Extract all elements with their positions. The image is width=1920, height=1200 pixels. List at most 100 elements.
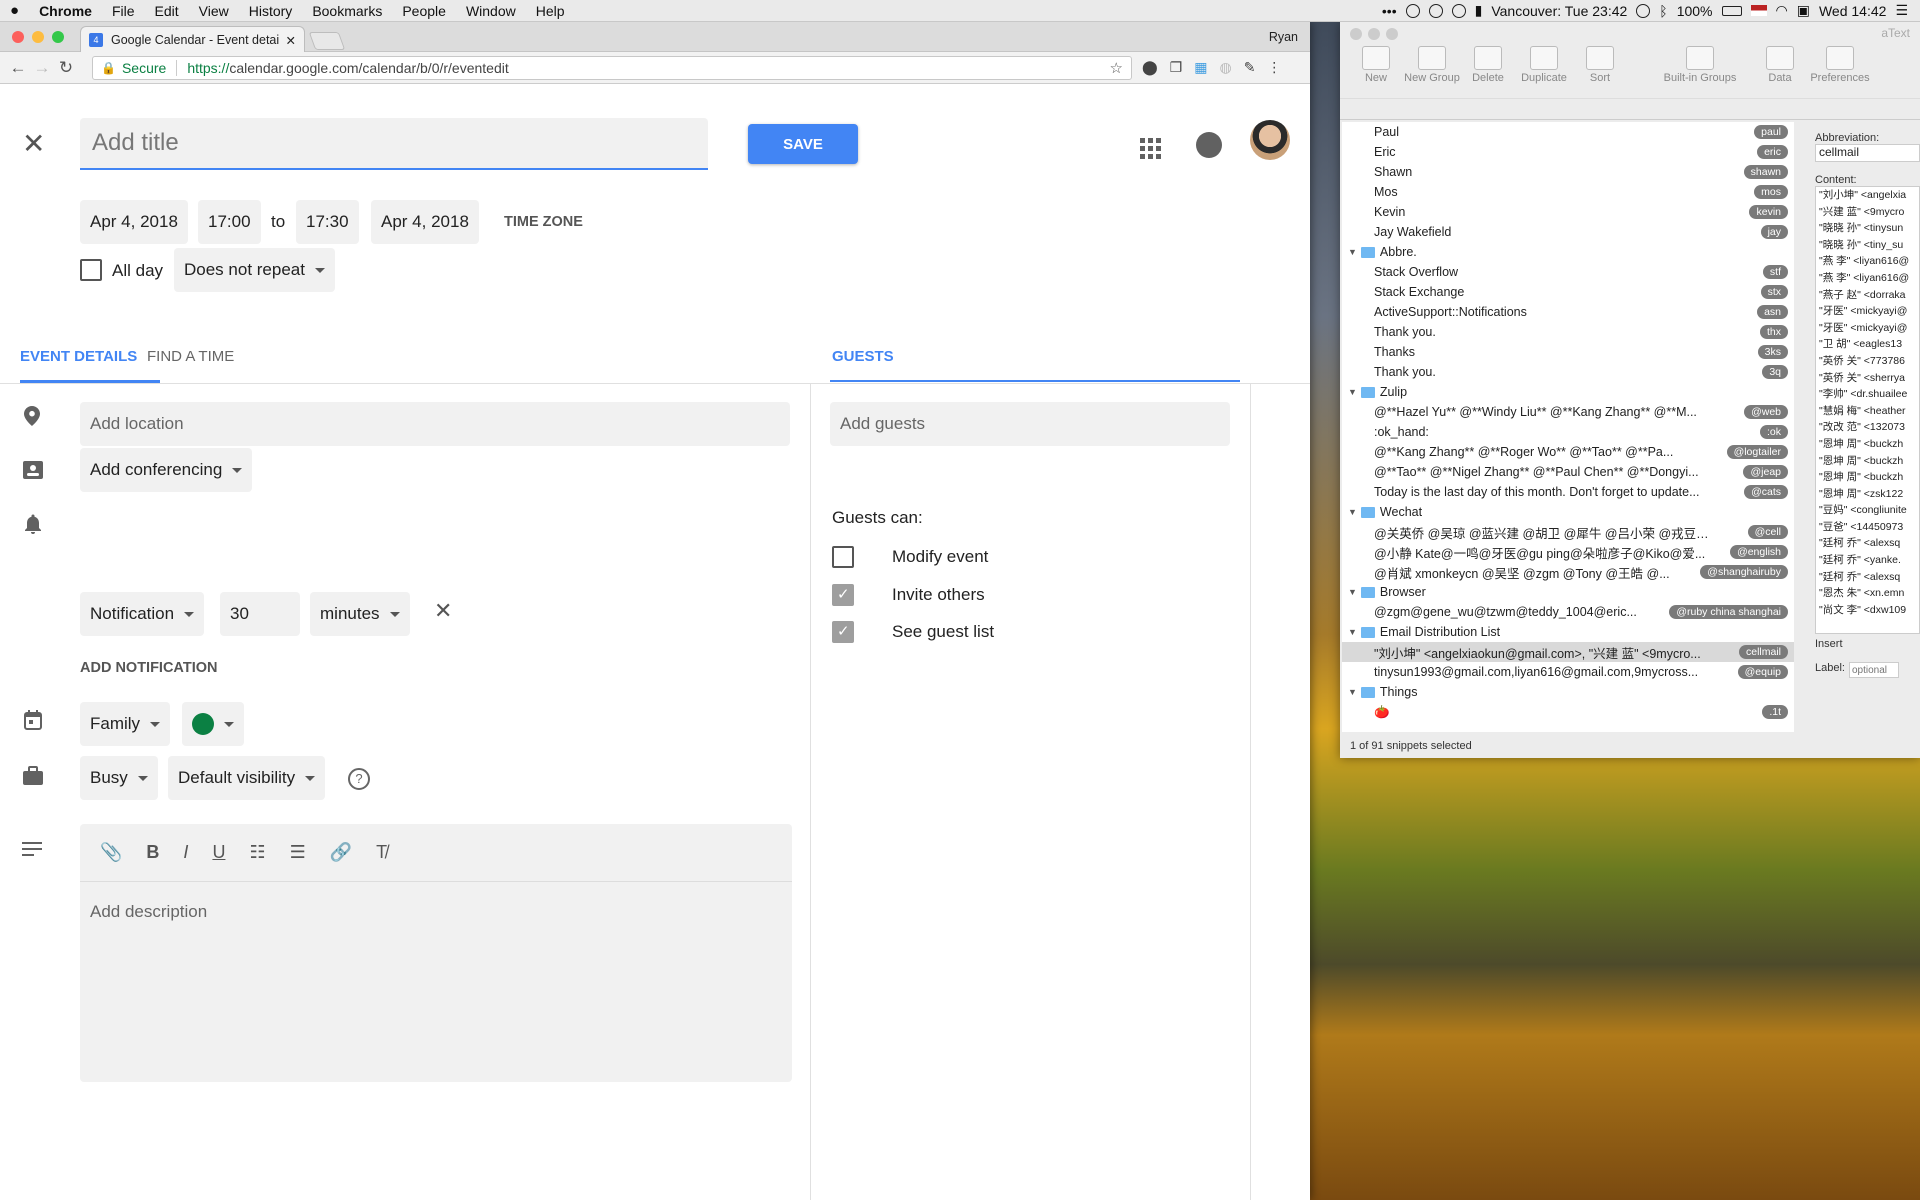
bookmark-star-icon[interactable]: ☆ <box>1110 59 1123 77</box>
close-tab-icon[interactable]: ✕ <box>286 33 296 48</box>
snippet-row[interactable]: @肖斌 xmonkeycn @吴坚 @zgm @Tony @王皓 @... @sh… <box>1342 562 1794 582</box>
avatar[interactable] <box>1250 120 1290 160</box>
back-icon[interactable]: ← <box>6 58 30 78</box>
flag-icon[interactable] <box>1750 5 1767 16</box>
snippet-row[interactable]: Jay Wakefield jay <box>1342 222 1794 242</box>
disclosure-triangle-icon[interactable]: ▼ <box>1348 247 1357 257</box>
extension-board-icon[interactable]: ▦ <box>1194 59 1207 76</box>
snippet-row[interactable]: "刘小坤" <angelxiaokun@gmail.com>, "兴建 蓝" <… <box>1342 642 1794 662</box>
disclosure-triangle-icon[interactable]: ▼ <box>1348 387 1357 397</box>
extension-circle-icon[interactable]: ⬤ <box>1142 59 1158 76</box>
notification-center-icon[interactable]: ☰ <box>1895 2 1908 19</box>
all-day-checkbox[interactable] <box>80 259 102 281</box>
snippet-group[interactable]: ▼ Email Distribution List <box>1342 622 1794 642</box>
extension-stack-icon[interactable]: ❐ <box>1170 59 1183 76</box>
menu-window[interactable]: Window <box>456 3 526 19</box>
invite-others-checkbox[interactable] <box>832 584 854 606</box>
availability-dropdown[interactable]: Busy <box>80 756 158 800</box>
help-icon[interactable]: ? <box>348 768 370 790</box>
abbreviation-input[interactable]: cellmail <box>1815 144 1920 162</box>
snippet-row[interactable]: ActiveSupport::Notifications asn <box>1342 302 1794 322</box>
link-icon[interactable]: 🔗 <box>330 842 352 863</box>
snippet-row[interactable]: Thank you. thx <box>1342 322 1794 342</box>
timemachine-icon[interactable] <box>1451 3 1466 18</box>
clock[interactable]: Wed 14:42 <box>1819 3 1886 19</box>
browser-tab[interactable]: 4 Google Calendar - Event detai ✕ <box>80 26 305 53</box>
snippet-row[interactable]: 🍅 .1t <box>1342 702 1794 722</box>
snippet-row[interactable]: Mos mos <box>1342 182 1794 202</box>
extension-evernote-icon[interactable]: ✎ <box>1244 59 1256 76</box>
snippet-row[interactable]: Thank you. 3q <box>1342 362 1794 382</box>
atext-zoom-button[interactable] <box>1386 28 1398 40</box>
wifi-icon[interactable]: ◠ <box>1776 2 1788 19</box>
repeat-dropdown[interactable]: Does not repeat <box>174 248 335 292</box>
sync-icon[interactable] <box>1636 3 1651 18</box>
snippet-row[interactable]: :ok_hand::ok <box>1342 422 1794 442</box>
attachment-icon[interactable]: 📎 <box>100 842 122 863</box>
snippet-row[interactable]: Kevin kevin <box>1342 202 1794 222</box>
built-in-groups-button[interactable]: Built-in Groups <box>1648 46 1752 84</box>
tab-find-a-time[interactable]: FIND A TIME <box>147 348 234 365</box>
sort-button[interactable]: Sort <box>1572 46 1628 84</box>
snippet-group[interactable]: ▼ Wechat <box>1342 502 1794 522</box>
disclosure-triangle-icon[interactable]: ▼ <box>1348 687 1357 697</box>
profile-name[interactable]: Ryan <box>1269 30 1298 44</box>
address-bar[interactable]: 🔒 Secure https:// calendar.google.com/ca… <box>92 56 1132 80</box>
power-icon[interactable] <box>1428 3 1443 18</box>
numbered-list-icon[interactable]: ☷ <box>249 842 265 863</box>
menu-view[interactable]: View <box>189 3 239 19</box>
notification-value-input[interactable]: 30 <box>220 592 300 636</box>
snippet-row[interactable]: Stack Exchange stx <box>1342 282 1794 302</box>
bulleted-list-icon[interactable]: ☰ <box>290 842 306 863</box>
zoom-window-button[interactable] <box>52 31 64 43</box>
forward-icon[interactable]: → <box>30 58 54 78</box>
see-guest-list-checkbox[interactable] <box>832 621 854 643</box>
calendar-dropdown[interactable]: Family <box>80 702 171 746</box>
preferences-button[interactable]: Preferences <box>1808 46 1872 84</box>
event-title-input[interactable] <box>90 128 698 158</box>
snippet-row[interactable]: @**Hazel Yu** @**Windy Liu** @**Kang Zha… <box>1342 402 1794 422</box>
atext-close-button[interactable] <box>1350 28 1362 40</box>
extension-grey-icon[interactable]: ◍ <box>1219 59 1231 76</box>
remove-notification-icon[interactable]: ✕ <box>434 598 452 624</box>
close-editor-icon[interactable]: ✕ <box>22 130 45 158</box>
atext-minimize-button[interactable] <box>1368 28 1380 40</box>
bold-icon[interactable]: B <box>146 842 159 863</box>
menu-bookmarks[interactable]: Bookmarks <box>302 3 392 19</box>
notification-unit-dropdown[interactable]: minutes <box>310 592 410 636</box>
apple-menu-icon[interactable]: ● <box>0 2 29 19</box>
end-date-field[interactable]: Apr 4, 2018 <box>371 200 479 244</box>
notification-type-dropdown[interactable]: Notification <box>80 592 205 636</box>
snippet-row[interactable]: tinysun1993@gmail.com,liyan616@gmail.com… <box>1342 662 1794 682</box>
snippet-row[interactable]: Eric eric <box>1342 142 1794 162</box>
tab-event-details[interactable]: EVENT DETAILS <box>20 348 137 365</box>
bluetooth-icon[interactable]: ᛒ <box>1659 3 1667 19</box>
info-icon[interactable] <box>1405 3 1420 18</box>
close-window-button[interactable] <box>12 31 24 43</box>
new-tab-button[interactable] <box>308 32 346 50</box>
snippet-row[interactable]: @**Kang Zhang** @**Roger Wo** @**Tao** @… <box>1342 442 1794 462</box>
clear-formatting-icon[interactable]: T̸ <box>376 842 387 863</box>
snippet-row[interactable]: Today is the last day of this month. Don… <box>1342 482 1794 502</box>
reload-icon[interactable]: ↻ <box>54 58 78 78</box>
menu-file[interactable]: File <box>102 3 145 19</box>
snippet-row[interactable]: Shawn shawn <box>1342 162 1794 182</box>
bookmark-icon[interactable]: ▮ <box>1475 2 1483 19</box>
snippet-group[interactable]: ▼ Browser <box>1342 582 1794 602</box>
menu-history[interactable]: History <box>239 3 303 19</box>
snippet-group[interactable]: ▼ Zulip <box>1342 382 1794 402</box>
snippet-group[interactable]: ▼ Abbre. <box>1342 242 1794 262</box>
modify-event-checkbox[interactable] <box>832 546 854 568</box>
more-icon[interactable]: ••• <box>1382 3 1397 19</box>
insert-dropdown[interactable]: Insert <box>1815 638 1920 650</box>
time-zone-button[interactable]: TIME ZONE <box>504 214 583 230</box>
notifications-bell-icon[interactable] <box>1196 132 1222 158</box>
snippet-row[interactable]: Paul paul <box>1342 122 1794 142</box>
snippet-row[interactable]: Thanks 3ks <box>1342 342 1794 362</box>
duplicate-button[interactable]: Duplicate <box>1516 46 1572 84</box>
new-snippet-button[interactable]: New <box>1348 46 1404 84</box>
underline-icon[interactable]: U <box>212 842 225 863</box>
add-guests-input[interactable]: Add guests <box>830 402 1230 446</box>
disclosure-triangle-icon[interactable]: ▼ <box>1348 507 1357 517</box>
google-apps-icon[interactable] <box>1140 138 1161 159</box>
